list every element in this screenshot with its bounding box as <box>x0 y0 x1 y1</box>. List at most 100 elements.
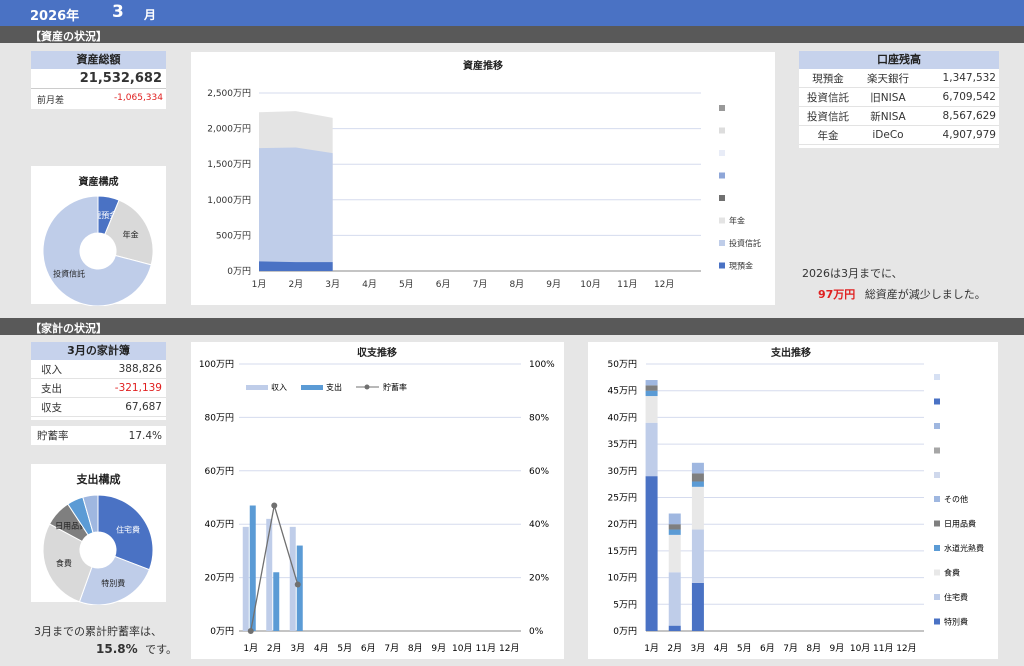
y-tick-label: 35万円 <box>608 439 637 450</box>
y-tick-label: 10万円 <box>608 573 637 584</box>
y2-tick-label: 80% <box>529 413 549 423</box>
legend-swatch <box>934 398 940 405</box>
x-tick-label: 9月 <box>830 643 845 654</box>
legend-label: 収入 <box>271 382 287 392</box>
expense-composition-donut: 住宅費特別費食費日用品費 <box>42 494 154 606</box>
kakeibo-panel: 3月の家計簿 収入 388,826 支出 -321,139 収支 67,687 <box>31 342 166 420</box>
x-tick-label: 6月 <box>436 279 451 290</box>
account-name: iDeCo <box>872 129 904 141</box>
legend-swatch <box>719 240 725 246</box>
stacked-bar-住宅費 <box>668 572 681 626</box>
expense-composition-panel: 支出構成 住宅費 特別費 食費 日用品費 <box>31 464 166 606</box>
legend-swatch <box>934 447 940 454</box>
x-tick-label: 3月 <box>325 279 340 290</box>
expense-bar <box>296 545 303 631</box>
savings-note-line2: です。 <box>145 643 178 656</box>
income-bar <box>289 526 296 631</box>
stacked-bar-特別費 <box>668 625 681 631</box>
month-value[interactable]: 3 <box>112 2 124 22</box>
legend-swatch <box>934 423 940 429</box>
y-tick-label: 0万円 <box>613 626 637 637</box>
account-row: 年金 iDeCo 4,907,979 <box>799 126 999 145</box>
legend-swatch <box>719 195 725 201</box>
expense-composition-title: 支出構成 <box>76 473 121 486</box>
donut-label: 食費 <box>56 558 72 568</box>
x-tick-label: 11月 <box>617 279 637 290</box>
x-tick-label: 2月 <box>667 643 682 654</box>
y-tick-label: 2,500万円 <box>207 88 251 99</box>
legend-swatch <box>364 384 370 390</box>
total-assets-value: 21,532,682 <box>31 69 166 89</box>
stacked-bar-その他 <box>645 380 658 386</box>
x-tick-label: 9月 <box>431 643 446 654</box>
month-unit: 月 <box>144 8 157 22</box>
donut-label: 住宅費 <box>116 524 140 534</box>
stacked-bar-住宅費 <box>645 422 658 477</box>
expense-trend-panel: 支出推移 0万円 5万円 10万円 15万円 20万円 25万円 30万円 35万円 40万円 45… <box>588 342 998 659</box>
area-series-投資信託 <box>259 147 333 271</box>
y-tick-label: 15万円 <box>608 546 637 557</box>
legend-label: 特別費 <box>944 617 968 627</box>
x-tick-label: 3月 <box>691 643 706 654</box>
y2-tick-label: 0% <box>529 627 544 637</box>
x-tick-label: 7月 <box>473 279 488 290</box>
y-tick-label: 500万円 <box>216 230 251 241</box>
legend-swatch <box>934 618 940 625</box>
cumulative-savings-rate: 15.8% <box>96 642 138 656</box>
asset-trend-panel: 資産推移 0万円 500万円 1,000万円 1,500万円 2,000万円 2,500万… <box>191 52 775 305</box>
savings-rate-point <box>271 502 278 509</box>
y-tick-label: 60万円 <box>205 466 234 477</box>
accounts-title: 口座残高 <box>799 51 999 69</box>
y-tick-label: 30万円 <box>608 466 637 477</box>
y2-tick-label: 40% <box>529 520 549 530</box>
y-tick-label: 80万円 <box>205 412 234 423</box>
x-tick-label: 10月 <box>580 279 600 290</box>
account-amount: 4,907,979 <box>942 129 996 141</box>
account-row: 投資信託 新NISA 8,567,629 <box>799 107 999 126</box>
x-tick-label: 6月 <box>361 643 376 654</box>
x-tick-label: 7月 <box>384 643 399 654</box>
diff-label: 前月差 <box>37 96 65 106</box>
account-name: 旧NISA <box>870 91 906 104</box>
kakeibo-row: 収支 67,687 <box>31 398 166 417</box>
x-tick-label: 9月 <box>546 279 561 290</box>
diff-value: -1,065,334 <box>113 93 163 103</box>
donut-label: 特別費 <box>101 578 125 588</box>
x-tick-label: 10月 <box>452 643 472 654</box>
stacked-bar-食費 <box>645 396 658 423</box>
savings-rate-row: 貯蓄率 17.4% <box>31 426 166 445</box>
legend-swatch <box>719 262 725 269</box>
legend-label: その他 <box>944 494 968 504</box>
account-type: 現預金 <box>812 72 844 85</box>
total-assets-title: 資産総額 <box>31 51 166 69</box>
asset-change-amount: 97万円 <box>818 288 856 301</box>
total-assets-panel: 資産総額 21,532,682 前月差 -1,065,334 <box>31 51 166 109</box>
legend-swatch <box>301 385 323 390</box>
account-type: 投資信託 <box>807 91 849 104</box>
x-tick-label: 2月 <box>288 279 303 290</box>
stacked-bar-日用品費 <box>668 524 681 530</box>
legend-swatch <box>934 545 940 551</box>
stacked-bar-特別費 <box>645 476 658 631</box>
savings-rate-value: 17.4% <box>128 429 162 442</box>
income-bar <box>242 526 249 631</box>
asset-note-line2: 総資産が減少しました。 <box>864 288 986 301</box>
stacked-bar-水道光熱費 <box>668 529 681 535</box>
legend-swatch <box>246 385 268 390</box>
stacked-bar-その他 <box>668 513 681 525</box>
savings-rate-point <box>247 628 254 634</box>
x-tick-label: 7月 <box>783 643 798 654</box>
x-tick-label: 5月 <box>399 279 414 290</box>
savings-rate-label: 貯蓄率 <box>37 430 69 442</box>
y-tick-label: 0万円 <box>227 266 251 277</box>
legend-swatch <box>719 172 725 179</box>
x-tick-label: 12月 <box>654 279 674 290</box>
cashflow-trend-chart: 収支推移 0万円 0% 20万円 20% 40万円 40% 60万円 60% 80万円 80% 100… <box>199 346 555 654</box>
stacked-bar-その他 <box>691 462 704 474</box>
legend-swatch <box>934 594 940 600</box>
legend-label: 支出 <box>326 382 342 392</box>
x-tick-label: 5月 <box>737 643 752 654</box>
x-tick-label: 1月 <box>644 643 659 654</box>
donut-label: 投資信託 <box>53 268 85 278</box>
area-series-現預金 <box>259 261 333 271</box>
